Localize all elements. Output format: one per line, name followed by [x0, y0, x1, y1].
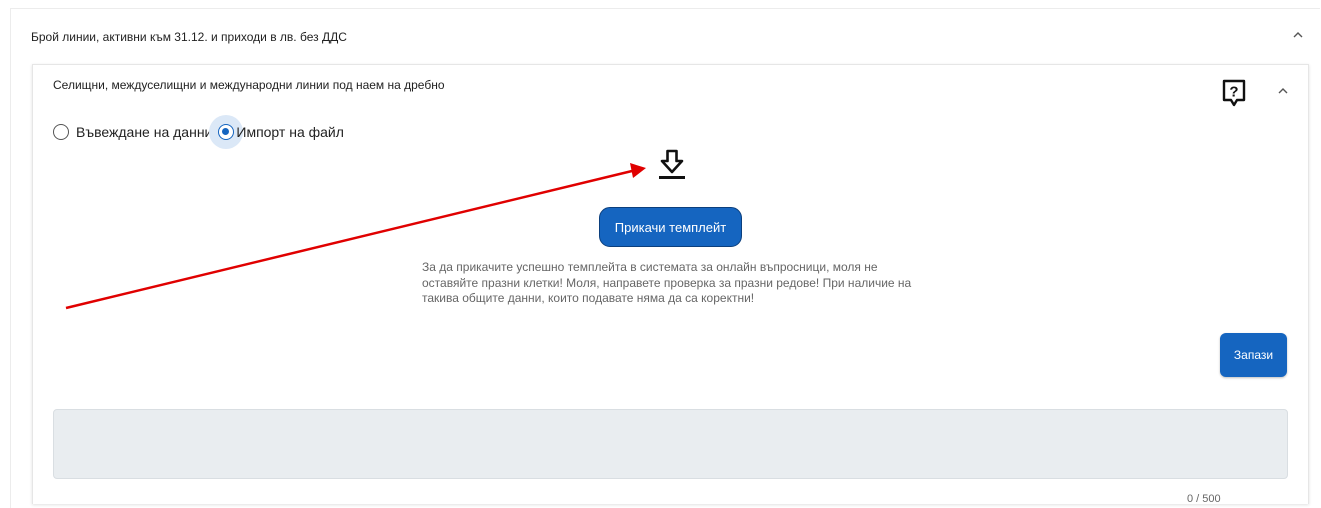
radio-manual-entry[interactable] [52, 123, 70, 141]
radio-manual-entry-label[interactable]: Въвеждане на данни [76, 124, 212, 140]
save-button[interactable]: Запази [1220, 333, 1287, 377]
comment-char-counter: 0 / 500 [1187, 493, 1221, 505]
input-mode-radio-group: Въвеждане на данни Импорт на файл [52, 115, 344, 149]
upload-notice-text: За да прикачите успешно темплейта в сист… [422, 260, 912, 305]
radio-file-import-label[interactable]: Импорт на файл [236, 124, 344, 140]
outer-section-title[interactable]: Брой линии, активни към 31.12. и приходи… [31, 30, 347, 44]
chevron-up-icon[interactable] [1290, 27, 1306, 43]
inner-section-title[interactable]: Селищни, междуселищни и международни лин… [53, 78, 445, 92]
inner-section: Селищни, междуселищни и международни лин… [32, 64, 1309, 505]
chevron-up-icon[interactable] [1275, 83, 1291, 99]
comment-field[interactable] [53, 409, 1288, 479]
help-question-icon[interactable]: ? [1221, 78, 1247, 108]
upload-template-button[interactable]: Прикачи темплейт [599, 207, 742, 247]
download-icon[interactable] [657, 149, 687, 183]
svg-text:?: ? [1229, 84, 1238, 101]
